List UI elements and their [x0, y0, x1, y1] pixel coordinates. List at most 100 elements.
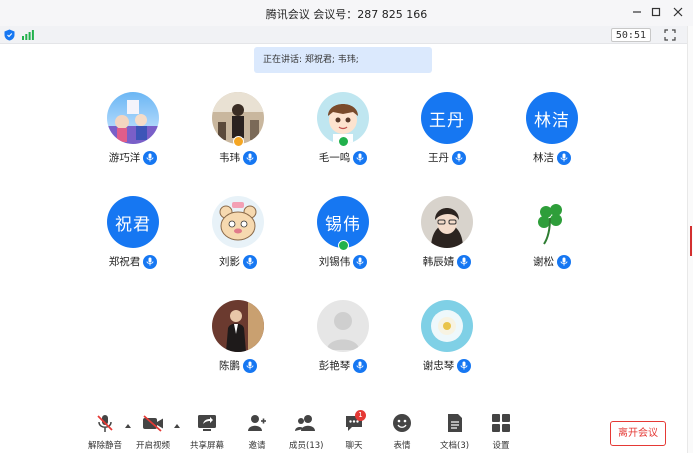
chat-button[interactable]: 1 聊天	[343, 410, 366, 452]
chat-label: 聊天	[345, 441, 363, 451]
settings-button[interactable]: 设置	[490, 412, 512, 452]
security-shield-icon[interactable]	[4, 29, 15, 41]
close-icon	[673, 7, 683, 17]
microphone-icon	[557, 150, 571, 165]
leave-meeting-button[interactable]: 离开会议	[610, 421, 666, 446]
participant-tile[interactable]: 彭艳琴	[293, 300, 393, 380]
participant-tile[interactable]: 谢忠琴	[397, 300, 497, 380]
unmute-button[interactable]: 解除静音	[88, 412, 122, 452]
flower-icon	[421, 300, 473, 352]
participant-avatar: 林洁	[526, 92, 578, 144]
muted-microphone-icon	[94, 412, 116, 434]
participant-name: 谢忠琴	[422, 360, 455, 372]
four-leaf-clover-icon	[526, 196, 578, 248]
invite-button[interactable]: 邀请	[246, 412, 268, 452]
participant-avatar	[212, 300, 264, 352]
chat-unread-badge: 1	[355, 410, 366, 421]
participant-avatar	[421, 300, 473, 352]
participant-tile[interactable]: 游巧洋	[83, 92, 183, 172]
app-name: 腾讯会议	[265, 8, 310, 21]
participant-avatar: 祝君	[107, 196, 159, 248]
unmute-label: 解除静音	[88, 441, 123, 451]
fullscreen-icon[interactable]	[664, 29, 676, 41]
microphone-icon	[452, 150, 466, 165]
participant-name-row: 谢忠琴	[397, 358, 497, 373]
share-screen-button[interactable]: 共享屏幕	[190, 412, 224, 452]
participant-name-row: 陈鹏	[188, 358, 288, 373]
default-person-icon	[317, 300, 369, 352]
participant-tile[interactable]: 王丹 王丹	[397, 92, 497, 172]
video-options-caret-icon[interactable]	[174, 424, 180, 428]
microphone-icon	[143, 254, 158, 269]
document-icon	[444, 412, 466, 434]
participant-name-row: 韩辰婧	[397, 254, 497, 269]
microphone-icon	[143, 150, 158, 165]
participant-avatar	[107, 92, 159, 144]
participant-tile[interactable]: 陈鹏	[188, 300, 288, 380]
invite-label: 邀请	[248, 441, 266, 451]
audio-options-caret-icon[interactable]	[125, 424, 131, 428]
participant-name: 毛一鸣	[318, 152, 351, 164]
girl-portrait-icon	[421, 196, 473, 248]
meeting-id-label: 会议号：	[313, 8, 358, 21]
close-button[interactable]	[666, 3, 690, 21]
start-video-button[interactable]: 开启视频	[136, 412, 170, 452]
settings-label: 设置	[492, 441, 510, 451]
speaking-indicator: 正在讲话: 郑祝君; 韦玮;	[254, 47, 432, 73]
participant-name: 林洁	[533, 152, 554, 164]
meeting-timer: 50:51	[610, 28, 651, 42]
participant-name-row: 毛一鸣	[293, 150, 393, 165]
members-icon	[295, 412, 317, 434]
host-badge-icon	[233, 136, 244, 147]
participant-name-row: 韦玮	[188, 150, 288, 165]
participant-name-row: 王丹	[397, 150, 497, 165]
microphone-icon	[243, 150, 257, 165]
meeting-toolbar: 解除静音 开启视频 共享屏幕 邀请 成员(13) 1 聊天 表情 文档(3) 设…	[0, 410, 693, 453]
participant-name: 刘锡伟	[318, 256, 351, 268]
cartoon-bear-icon	[212, 196, 264, 248]
participant-name-row: 林洁	[502, 150, 602, 165]
participant-name: 刘影	[219, 256, 240, 268]
participant-name: 王丹	[428, 152, 449, 164]
participant-name-row: 刘影	[188, 254, 288, 269]
chat-icon: 1	[343, 410, 366, 434]
share-screen-icon	[196, 412, 218, 434]
share-screen-label: 共享屏幕	[190, 441, 225, 451]
microphone-icon	[557, 254, 571, 269]
reaction-button[interactable]: 表情	[391, 412, 413, 452]
man-in-suit-icon	[212, 300, 264, 352]
participant-name: 彭艳琴	[318, 360, 351, 372]
documents-button[interactable]: 文档(3)	[440, 412, 469, 452]
status-bar: 50:51	[0, 26, 693, 44]
maximize-icon	[651, 7, 661, 17]
microphone-icon	[353, 150, 368, 165]
emoji-icon	[391, 412, 413, 434]
settings-grid-icon	[490, 412, 512, 434]
participant-name: 陈鹏	[219, 360, 240, 372]
members-button[interactable]: 成员(13)	[289, 412, 323, 452]
window-title: 腾讯会议 会议号：287 825 166	[0, 6, 693, 22]
participant-avatar	[317, 300, 369, 352]
participant-tile[interactable]: 谢松	[502, 196, 602, 276]
start-video-label: 开启视频	[136, 441, 171, 451]
maximize-button[interactable]	[644, 3, 668, 21]
participant-tile[interactable]: 林洁 林洁	[502, 92, 602, 172]
participant-avatar	[526, 196, 578, 248]
participant-tile[interactable]: 韩辰婧	[397, 196, 497, 276]
anime-scene-icon	[107, 92, 159, 144]
participant-name: 韩辰婧	[422, 256, 455, 268]
video-off-icon	[142, 412, 164, 434]
signal-strength-icon[interactable]	[22, 30, 34, 40]
documents-label: 文档(3)	[440, 441, 470, 451]
participant-tile[interactable]: 韦玮	[188, 92, 288, 172]
participant-name-row: 游巧洋	[83, 150, 183, 165]
cohost-badge-icon	[338, 240, 349, 251]
window-edge	[687, 26, 693, 453]
participant-tile[interactable]: 祝君 郑祝君	[83, 196, 183, 276]
microphone-icon	[457, 254, 472, 269]
participant-avatar: 王丹	[421, 92, 473, 144]
members-label: 成员(13)	[289, 441, 324, 451]
participant-tile[interactable]: 锡伟 刘锡伟	[293, 196, 393, 276]
participant-tile[interactable]: 毛一鸣	[293, 92, 393, 172]
participant-tile[interactable]: 刘影	[188, 196, 288, 276]
